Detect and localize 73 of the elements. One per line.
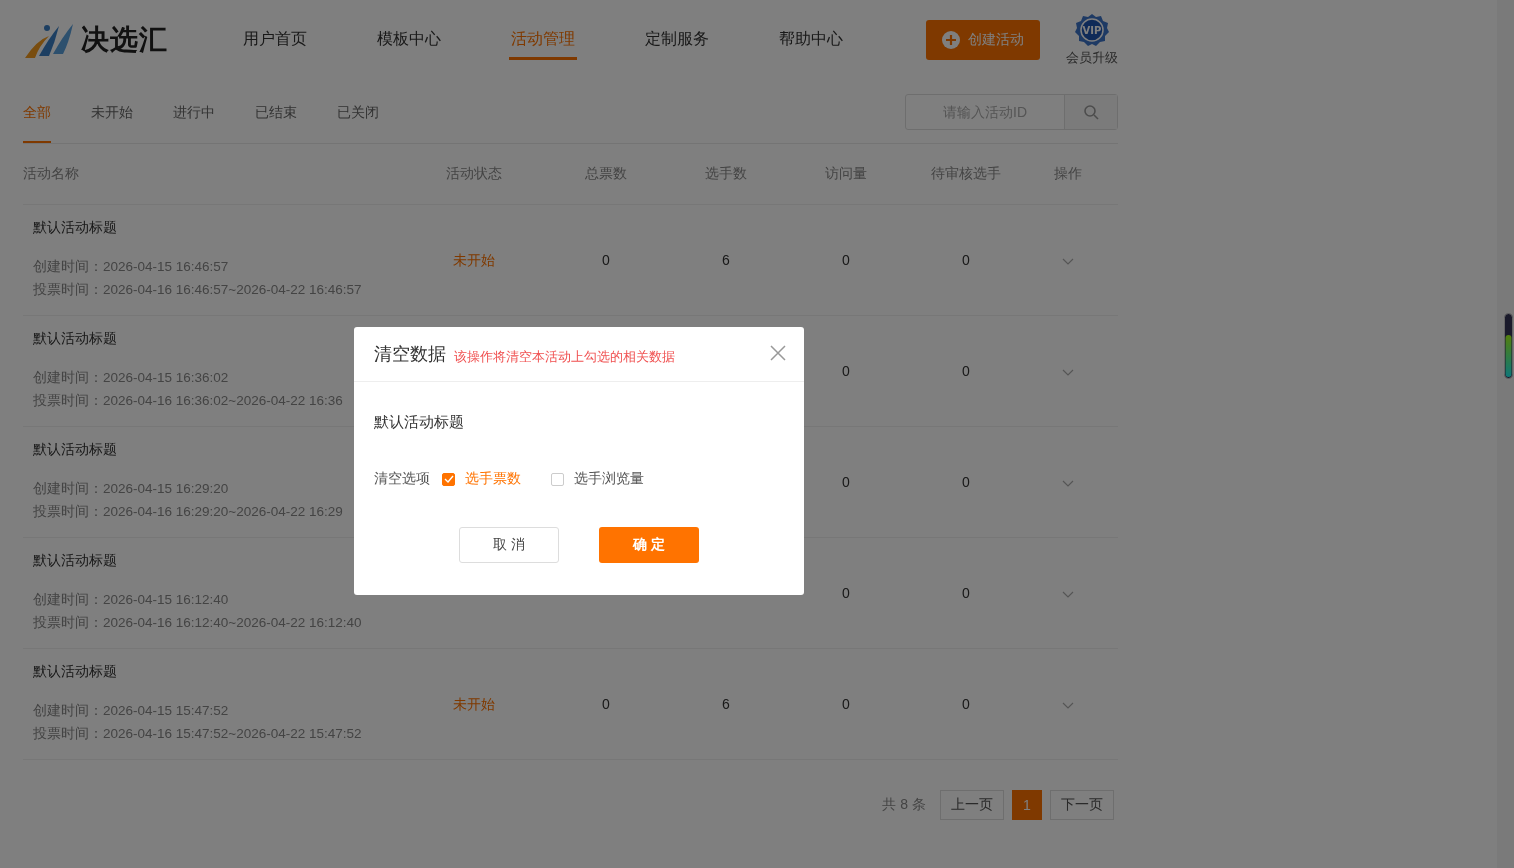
cancel-button[interactable]: 取 消 — [459, 527, 559, 563]
created-time: 创建时间：2026-04-15 15:47:52 — [33, 702, 229, 720]
voting-time: 投票时间：2026-04-16 16:46:57~2026-04-22 16:46:57 — [33, 281, 362, 299]
chevron-down-icon[interactable] — [1062, 702, 1074, 709]
options-label: 清空选项 — [374, 470, 430, 488]
nav-link[interactable]: 用户首页 — [208, 0, 342, 80]
activity-title: 默认活动标题 — [33, 330, 117, 348]
table-cell: 0 — [602, 696, 610, 712]
search-icon — [1083, 103, 1099, 120]
table-cell: 6 — [722, 252, 730, 268]
warning-text: 该操作将清空本活动上勾选的相关数据 — [454, 347, 675, 366]
dialog-title: 清空数据 — [374, 343, 446, 366]
close-icon[interactable] — [770, 345, 786, 361]
activity-title: 默认活动标题 — [33, 663, 117, 681]
table-cell: 0 — [842, 474, 850, 490]
status-tab[interactable]: 未开始 — [91, 80, 133, 143]
previous-page-button[interactable]: 上一页 — [940, 790, 1004, 820]
table-cell: 0 — [842, 252, 850, 268]
vip-upgrade-link[interactable]: VIP 会员升级 — [1066, 13, 1118, 67]
chevron-down-icon[interactable] — [1062, 369, 1074, 376]
status-tab[interactable]: 已关闭 — [337, 80, 379, 143]
chevron-down-icon[interactable] — [1062, 258, 1074, 265]
create-activity-button[interactable]: 创建活动 — [926, 20, 1040, 60]
gauge-drawing — [1504, 313, 1513, 379]
table-cell: 0 — [602, 252, 610, 268]
confirm-button[interactable]: 确 定 — [599, 527, 699, 563]
column-header: 访问量 — [824, 165, 868, 183]
table-cell: 6 — [722, 696, 730, 712]
chevron-down-icon[interactable] — [1062, 591, 1074, 598]
checkbox-label[interactable]: 选手浏览量 — [574, 470, 644, 488]
activity-name: 默认活动标题 — [374, 413, 465, 432]
voting-time: 投票时间：2026-04-16 16:12:40~2026-04-22 16:12:40 — [33, 614, 362, 632]
voting-time: 投票时间：2026-04-16 16:36:02~2026-04-22 16:36 — [33, 392, 343, 410]
column-header: 选手数 — [704, 165, 748, 183]
status-tab[interactable]: 进行中 — [173, 80, 215, 143]
status-tab[interactable]: 全部 — [23, 80, 51, 143]
checkbox[interactable] — [551, 472, 564, 486]
table-cell: 0 — [842, 585, 850, 601]
next-page-button[interactable]: 下一页 — [1050, 790, 1114, 820]
created-time: 创建时间：2026-04-15 16:36:02 — [33, 369, 229, 387]
checkbox-label[interactable]: 选手票数 — [465, 470, 521, 488]
checkbox[interactable] — [442, 472, 455, 486]
chevron-down-icon[interactable] — [1062, 480, 1074, 487]
voting-time: 投票时间：2026-04-16 15:47:52~2026-04-22 15:47:52 — [33, 725, 362, 743]
nav-link[interactable]: 活动管理 — [476, 0, 610, 80]
search-button[interactable] — [1065, 94, 1117, 129]
page-number-button[interactable]: 1 — [1012, 790, 1042, 820]
table-cell: 0 — [962, 696, 970, 712]
table-cell: 0 — [962, 252, 970, 268]
status-text: 未开始 — [453, 695, 495, 712]
table-cell: 0 — [962, 585, 970, 601]
activity-title: 默认活动标题 — [33, 219, 117, 237]
activity-title: 默认活动标题 — [33, 441, 117, 459]
vip-badge-icon: VIP — [1074, 13, 1110, 47]
nav-link[interactable]: 定制服务 — [610, 0, 744, 80]
status-text: 未开始 — [453, 251, 495, 268]
created-time: 创建时间：2026-04-15 16:12:40 — [33, 591, 229, 609]
created-time: 创建时间：2026-04-15 16:46:57 — [33, 258, 229, 276]
table-cell: 0 — [962, 474, 970, 490]
column-header: 待审核选手 — [930, 165, 1002, 183]
column-header: 活动名称 — [23, 165, 80, 183]
plus-icon — [942, 31, 960, 49]
nav-link[interactable]: 模板中心 — [342, 0, 476, 80]
created-time: 创建时间：2026-04-15 16:29:20 — [33, 480, 229, 498]
status-tab[interactable]: 已结束 — [255, 80, 297, 143]
voting-time: 投票时间：2026-04-16 16:29:20~2026-04-22 16:29 — [33, 503, 343, 521]
activity-title: 默认活动标题 — [33, 552, 117, 570]
table-cell: 0 — [842, 363, 850, 379]
logo-text: 决选汇 — [81, 23, 168, 57]
column-header: 操作 — [1053, 165, 1083, 183]
table-cell: 0 — [842, 696, 850, 712]
table-cell: 0 — [962, 363, 970, 379]
nav-link[interactable]: 帮助中心 — [744, 0, 878, 80]
